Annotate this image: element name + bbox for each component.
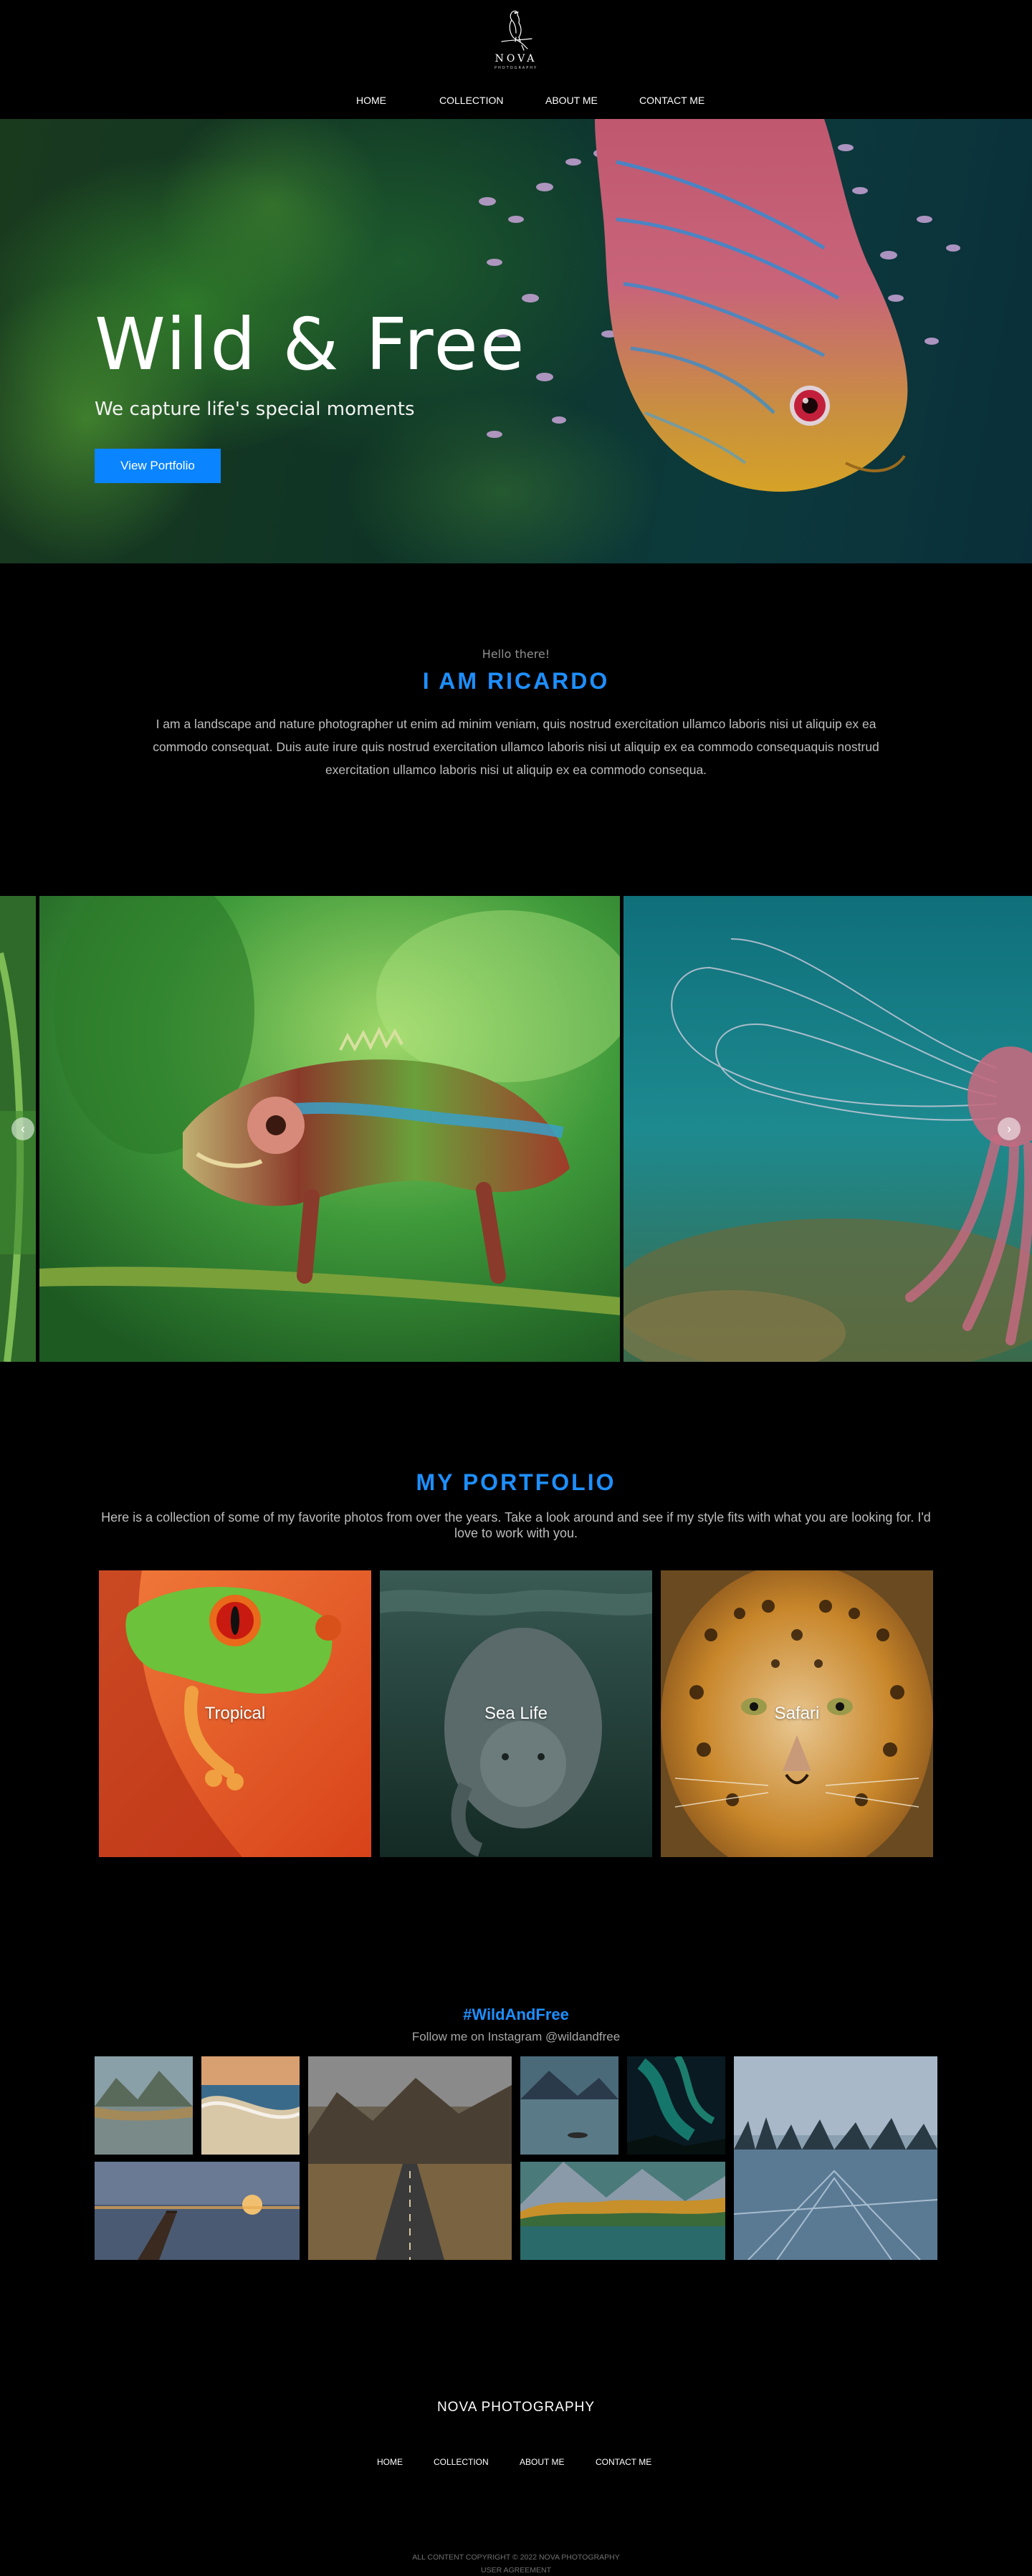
about-heading: I AM RICARDO xyxy=(422,668,610,694)
portfolio-card-sealife[interactable]: Sea Life xyxy=(380,1570,652,1857)
portfolio-card-tropical[interactable]: Tropical xyxy=(99,1570,371,1857)
instagram-photo-pier[interactable] xyxy=(95,2162,300,2260)
hero-section: Wild & Free We capture life's special mo… xyxy=(0,119,1032,563)
nav-item-contact[interactable]: CONTACT ME xyxy=(639,95,704,106)
instagram-hashtag: #WildAndFree xyxy=(463,2005,569,2023)
instagram-photo-autumn-lake[interactable] xyxy=(520,2162,725,2260)
instagram-photo-beach[interactable] xyxy=(201,2056,300,2155)
instagram-photo-aurora[interactable] xyxy=(627,2056,725,2155)
instagram-photo-frozen-lake[interactable] xyxy=(734,2056,937,2260)
footer-brand: NOVA PHOTOGRAPHY xyxy=(436,2400,596,2415)
carousel-slide-chameleon[interactable] xyxy=(39,896,620,1362)
portfolio-card-safari[interactable]: Safari xyxy=(661,1570,933,1857)
footer-nav-home[interactable]: HOME xyxy=(377,2457,403,2467)
about-greeting: Hello there! xyxy=(482,647,550,661)
logo[interactable]: NOVA PHOTOGRAPHY xyxy=(487,6,545,80)
portfolio-card-label: Tropical xyxy=(204,1704,266,1723)
main-nav: HOME COLLECTION ABOUT ME CONTACT ME xyxy=(0,95,1032,112)
logo-name: NOVA xyxy=(494,53,538,65)
about-body: I am a landscape and nature photographer… xyxy=(153,717,879,777)
instagram-follow-text: Follow me on Instagram @wildandfree xyxy=(411,2030,621,2043)
carousel-next-button[interactable]: › xyxy=(998,1117,1021,1140)
portfolio-card-label: Sea Life xyxy=(484,1704,548,1723)
instagram-photo-lake-boat[interactable] xyxy=(520,2056,618,2155)
bird-icon xyxy=(501,10,532,51)
nav-item-home[interactable]: HOME xyxy=(356,95,386,106)
footer-copyright: ALL CONTENT COPYRIGHT © 2022 NOVA PHOTOG… xyxy=(412,2553,620,2562)
footer-nav-contact[interactable]: CONTACT ME xyxy=(596,2457,651,2467)
user-agreement-link[interactable]: USER AGREEMENT xyxy=(0,2566,1032,2575)
portfolio-card-label: Safari xyxy=(774,1704,820,1723)
view-portfolio-button[interactable]: View Portfolio xyxy=(95,449,221,483)
site-header: NOVA PHOTOGRAPHY HOME COLLECTION ABOUT M… xyxy=(0,0,1032,119)
portfolio-intro: Here is a collection of some of my favor… xyxy=(101,1510,931,1540)
portfolio-heading: MY PORTFOLIO xyxy=(416,1469,616,1495)
photo-carousel xyxy=(0,896,1032,1362)
carousel-slide-jellyfish[interactable] xyxy=(624,896,1032,1362)
footer-nav-about[interactable]: ABOUT ME xyxy=(520,2457,564,2467)
chevron-right-icon: › xyxy=(1007,1122,1011,1136)
footer-nav-collection[interactable]: COLLECTION xyxy=(434,2457,489,2467)
carousel-prev-button[interactable]: ‹ xyxy=(11,1117,34,1140)
chevron-left-icon: ‹ xyxy=(21,1122,25,1136)
nav-item-about[interactable]: ABOUT ME xyxy=(545,95,598,106)
instagram-photo-road[interactable] xyxy=(308,2056,512,2260)
nav-item-collection[interactable]: COLLECTION xyxy=(439,95,503,106)
hero-subtitle: We capture life's special moments xyxy=(95,399,415,420)
hero-title: Wild & Free xyxy=(95,302,527,386)
instagram-photo-lake[interactable] xyxy=(95,2056,193,2155)
logo-subtitle: PHOTOGRAPHY xyxy=(494,66,538,70)
